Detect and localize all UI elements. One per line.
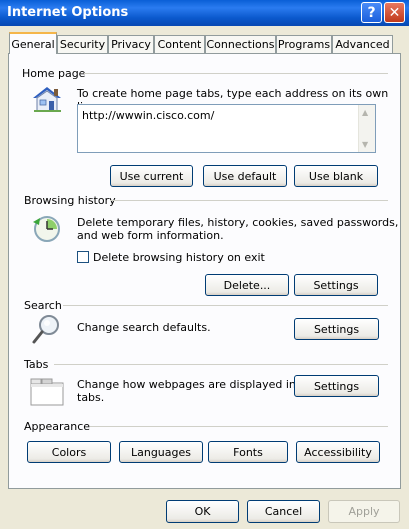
tab-privacy[interactable]: Privacy xyxy=(108,35,154,53)
search-settings-button[interactable]: Settings xyxy=(294,318,379,340)
button-label: Cancel xyxy=(264,505,303,518)
button-label: Colors xyxy=(51,445,87,459)
tab-label: General xyxy=(11,37,55,51)
button-label: Delete... xyxy=(223,278,271,292)
tabs-settings-button[interactable]: Settings xyxy=(294,375,379,397)
tab-label: Content xyxy=(157,38,202,51)
magnifier-icon xyxy=(30,313,64,345)
home-page-address-value: http://wwwin.cisco.com/ xyxy=(82,109,215,122)
tabs-description-line1: Change how webpages are displayed in xyxy=(77,378,296,391)
section-divider xyxy=(90,426,388,427)
languages-button[interactable]: Languages xyxy=(119,441,203,463)
cancel-button[interactable]: Cancel xyxy=(247,500,320,523)
tab-connections[interactable]: Connections xyxy=(205,35,276,53)
button-label: Accessibility xyxy=(304,445,372,459)
section-divider xyxy=(110,200,388,201)
button-label: OK xyxy=(194,505,211,518)
browsing-history-label: Browsing history xyxy=(24,194,116,207)
close-icon: ✕ xyxy=(388,4,401,21)
use-default-button[interactable]: Use default xyxy=(203,165,287,187)
tab-label: Programs xyxy=(277,38,331,51)
tabbed-window-icon xyxy=(30,377,64,407)
button-label: Fonts xyxy=(233,445,263,459)
address-scrollbar[interactable]: ▲ ▼ xyxy=(358,105,375,152)
button-label: Use current xyxy=(119,169,184,183)
button-label: Languages xyxy=(130,445,192,459)
delete-history-on-exit-label[interactable]: Delete browsing history on exit xyxy=(93,251,265,264)
window-title: Internet Options xyxy=(7,5,129,20)
scroll-down-icon[interactable]: ▼ xyxy=(362,140,368,149)
browsing-history-description-line1: Delete temporary files, history, cookies… xyxy=(77,216,399,229)
appearance-label: Appearance xyxy=(24,420,91,433)
apply-button[interactable]: Apply xyxy=(328,500,400,523)
button-label: Settings xyxy=(313,322,360,336)
tab-label: Security xyxy=(59,38,106,51)
section-divider xyxy=(63,305,388,306)
scroll-up-icon[interactable]: ▲ xyxy=(362,108,368,117)
colors-button[interactable]: Colors xyxy=(27,441,111,463)
search-description: Change search defaults. xyxy=(77,321,211,334)
tab-label: Connections xyxy=(206,38,275,51)
dialog-footer: OK Cancel Apply xyxy=(0,492,409,529)
section-divider xyxy=(84,73,388,74)
search-label: Search xyxy=(24,299,62,312)
delete-history-on-exit-checkbox[interactable] xyxy=(77,251,89,263)
use-blank-button[interactable]: Use blank xyxy=(294,165,378,187)
house-icon xyxy=(30,84,64,114)
tabs-section-label: Tabs xyxy=(24,358,49,371)
tab-general[interactable]: General xyxy=(9,32,57,54)
button-label: Use blank xyxy=(308,169,364,183)
tab-security[interactable]: Security xyxy=(57,35,108,53)
home-page-address-textarea[interactable]: http://wwwin.cisco.com/ ▲ ▼ xyxy=(77,104,376,153)
tab-label: Privacy xyxy=(111,38,151,51)
accessibility-button[interactable]: Accessibility xyxy=(296,441,380,463)
button-label: Settings xyxy=(313,379,360,393)
history-clock-icon xyxy=(30,214,64,244)
ok-button[interactable]: OK xyxy=(166,500,239,523)
tab-label: Advanced xyxy=(335,38,390,51)
button-label: Use default xyxy=(213,169,277,183)
use-current-button[interactable]: Use current xyxy=(110,165,193,187)
internet-options-dialog: Internet Options ? ✕ General Security Pr… xyxy=(0,0,409,529)
help-icon: ? xyxy=(367,4,376,21)
tab-programs[interactable]: Programs xyxy=(276,35,332,53)
delete-history-button[interactable]: Delete... xyxy=(205,274,289,296)
tab-advanced[interactable]: Advanced xyxy=(332,35,393,53)
history-settings-button[interactable]: Settings xyxy=(294,274,378,296)
browsing-history-description-line2: and web form information. xyxy=(77,229,224,242)
button-label: Apply xyxy=(348,505,380,518)
tab-content[interactable]: Content xyxy=(154,35,205,53)
help-button[interactable]: ? xyxy=(361,2,382,23)
tabs-description-line2: tabs. xyxy=(77,391,105,404)
section-divider xyxy=(54,364,388,365)
button-label: Settings xyxy=(313,278,359,292)
title-bar[interactable]: Internet Options ? ✕ xyxy=(0,0,409,26)
home-page-label: Home page xyxy=(22,67,86,80)
fonts-button[interactable]: Fonts xyxy=(208,441,288,463)
close-button[interactable]: ✕ xyxy=(384,2,405,23)
